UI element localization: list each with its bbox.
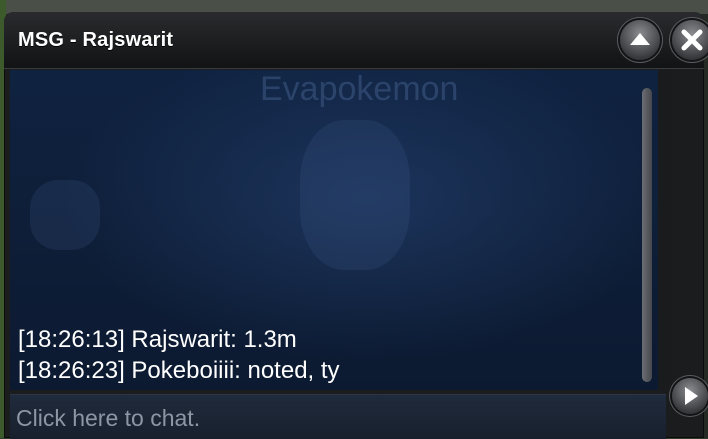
chevron-up-icon (630, 33, 650, 45)
send-button[interactable] (672, 378, 708, 414)
background-watermark: Evapokemon (260, 70, 459, 108)
message-window: MSG - Rajswarit Evapokemon [18:26:13] Ra… (4, 12, 708, 439)
close-icon (681, 29, 703, 51)
chat-message: [18:26:23] Pokeboiiii: noted, ty (18, 357, 340, 384)
close-button[interactable] (672, 20, 708, 60)
title-bar[interactable]: MSG - Rajswarit (4, 12, 704, 69)
background-figure (300, 120, 410, 270)
background-figure (30, 180, 100, 250)
window-title: MSG - Rajswarit (18, 29, 174, 51)
message-list: [18:26:13] Rajswarit: 1.3m [18:26:23] Po… (18, 324, 638, 386)
scrollbar-thumb[interactable] (642, 88, 652, 382)
chat-input-bar (10, 394, 666, 439)
chat-input[interactable] (16, 401, 656, 435)
chat-log: Evapokemon [18:26:13] Rajswarit: 1.3m [1… (10, 70, 658, 390)
chat-message: [18:26:13] Rajswarit: 1.3m (18, 326, 297, 353)
minimize-button[interactable] (620, 20, 660, 60)
scrollbar-track[interactable] (658, 70, 672, 390)
play-arrow-icon (685, 387, 698, 405)
